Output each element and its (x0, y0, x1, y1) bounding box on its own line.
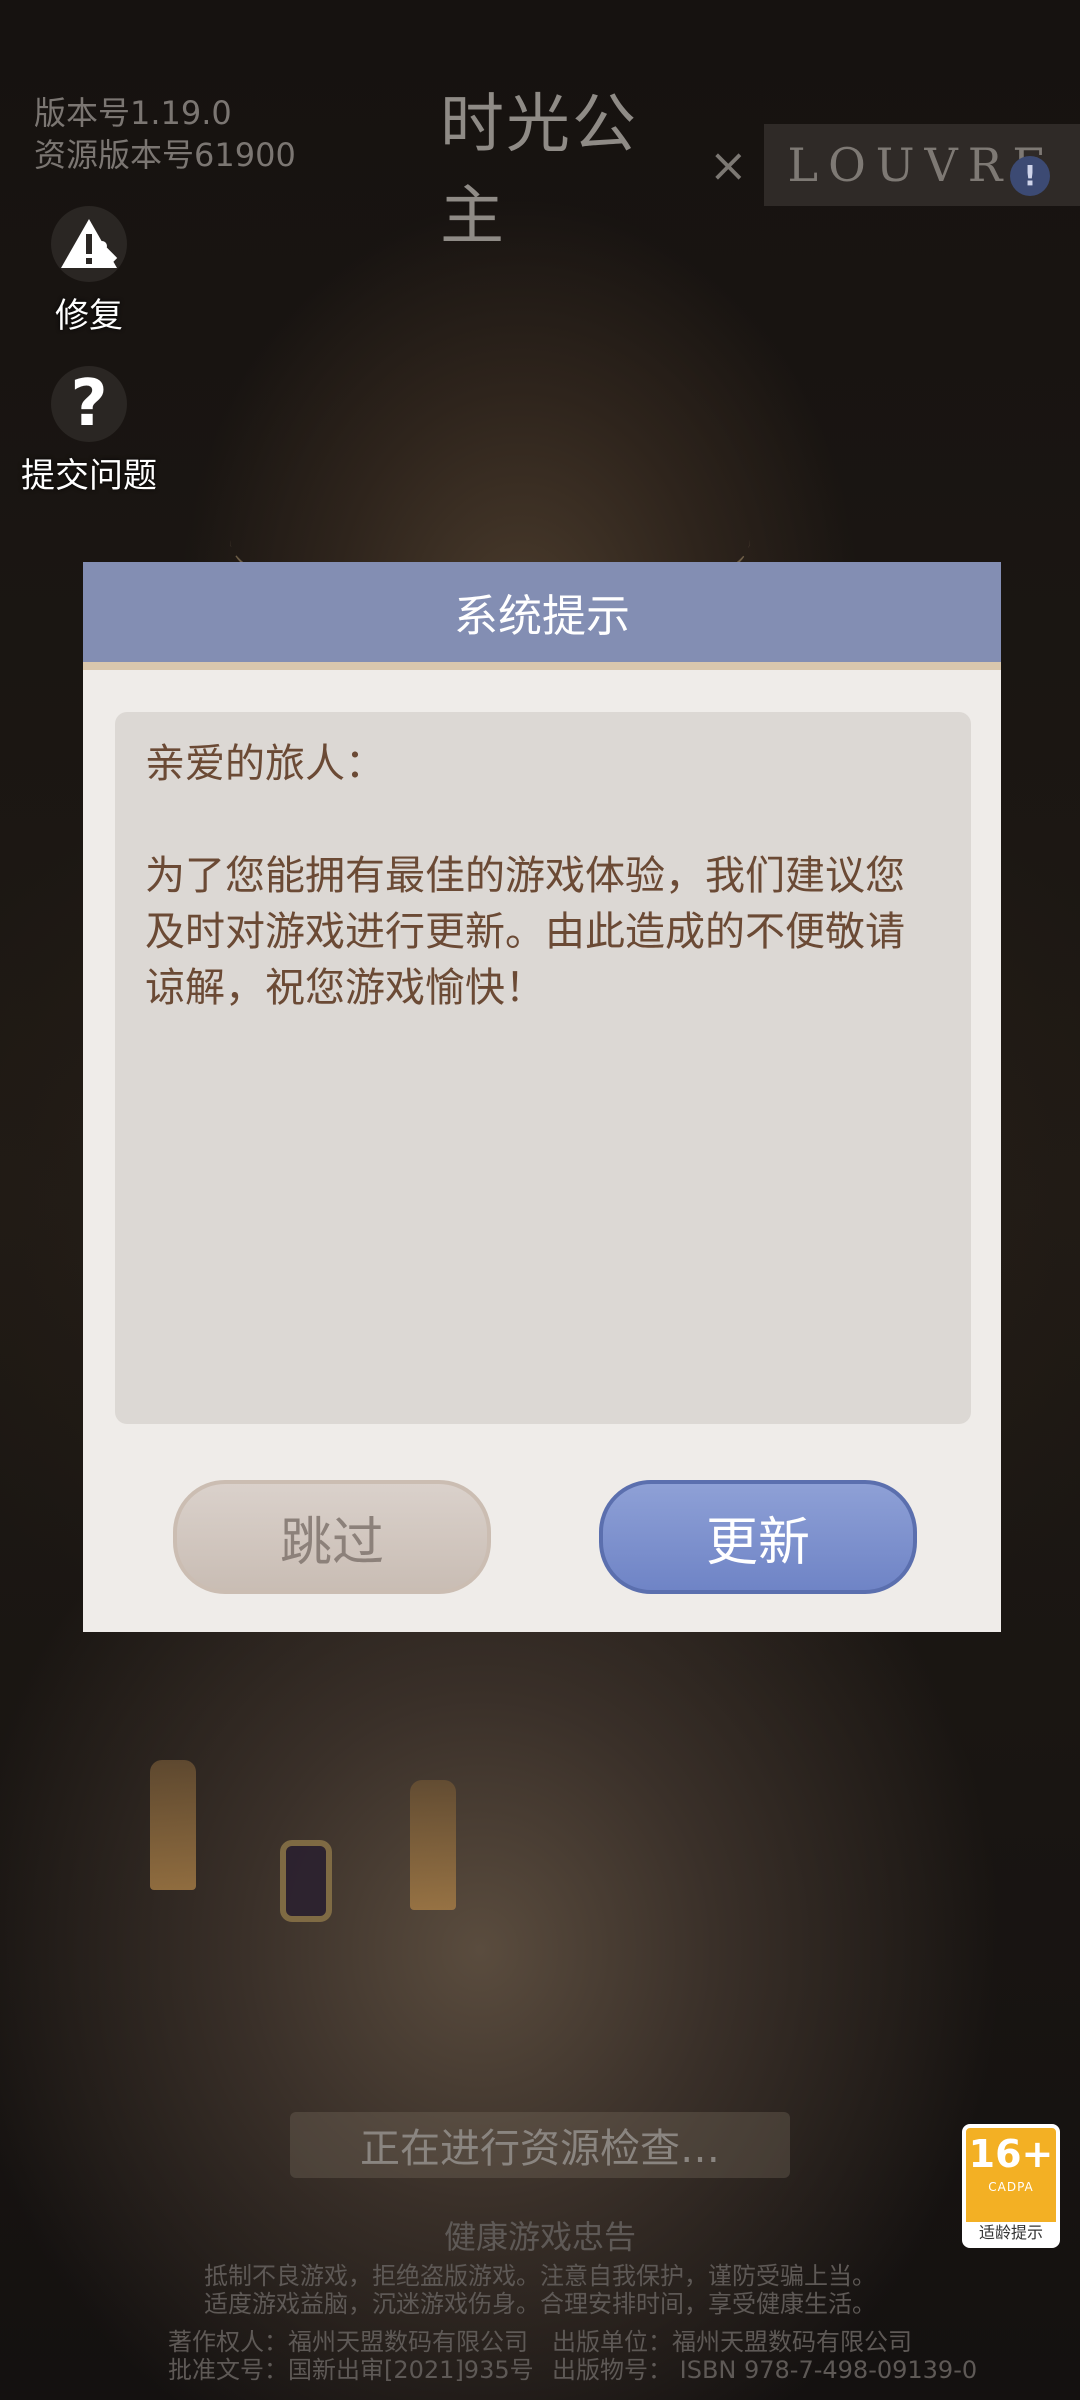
status-text: 正在进行资源检查… (360, 2126, 720, 2172)
app-version: 版本号1.19.0 (34, 94, 232, 132)
version-info: 版本号1.19.0 资源版本号61900 (34, 92, 296, 176)
submit-issue-label: 提交问题 (21, 456, 157, 496)
skip-button[interactable]: 跳过 (173, 1480, 491, 1594)
background-jewel (280, 1840, 332, 1922)
background-tassel (150, 1760, 196, 1890)
submit-issue-button[interactable]: ? 提交问题 (14, 366, 164, 497)
age-rating: 16+ (968, 2132, 1054, 2176)
resource-check-status: 正在进行资源检查… (290, 2112, 790, 2178)
info-icon[interactable]: ! (1010, 156, 1050, 196)
skip-label: 跳过 (279, 1512, 384, 1573)
dialog-header: 系统提示 (83, 562, 1001, 670)
copyright-holder: 著作权人：福州天盟数码有限公司 (168, 2328, 528, 2356)
dialog-message: 为了您能拥有最佳的游戏体验，我们建议您及时对游戏进行更新。由此造成的不便敬请谅解… (145, 853, 905, 1011)
question-icon: ? (51, 366, 127, 442)
repair-label: 修复 (55, 296, 123, 336)
credits-left: 著作权人：福州天盟数码有限公司 批准文号：国新出审[2021]935号 (168, 2328, 534, 2384)
update-button[interactable]: 更新 (599, 1480, 917, 1594)
collab-cross: × (708, 138, 748, 192)
update-label: 更新 (705, 1512, 810, 1573)
isbn: 出版物号： ISBN 978-7-498-09139-0 (552, 2356, 978, 2384)
credits-right: 出版单位：福州天盟数码有限公司 出版物号： ISBN 978-7-498-091… (552, 2328, 977, 2384)
approval-number: 批准文号：国新出审[2021]935号 (168, 2356, 534, 2384)
dialog-message-box: 亲爱的旅人： 为了您能拥有最佳的游戏体验，我们建议您及时对游戏进行更新。由此造成… (115, 712, 971, 1424)
publisher: 出版单位：福州天盟数码有限公司 (552, 2328, 912, 2356)
warning-wrench-icon (51, 206, 127, 282)
background-tassel (410, 1780, 456, 1910)
repair-button[interactable]: 修复 (14, 206, 164, 337)
dialog-title: 系统提示 (454, 591, 630, 642)
resource-version: 资源版本号61900 (34, 136, 296, 174)
game-logo: 时光公主 × LOUVRE (440, 88, 1080, 254)
health-notice-title: 健康游戏忠告 (443, 2218, 636, 2256)
health-notice-line2: 适度游戏益脑，沉迷游戏伤身。合理安排时间，享受健康生活。 (204, 2290, 876, 2318)
game-title-logo: 时光公主 (440, 88, 638, 254)
dialog-greeting: 亲爱的旅人： (145, 741, 385, 787)
rating-org: CADPA (988, 2180, 1034, 2194)
system-prompt-dialog: 系统提示 亲爱的旅人： 为了您能拥有最佳的游戏体验，我们建议您及时对游戏进行更新… (83, 562, 1001, 1632)
